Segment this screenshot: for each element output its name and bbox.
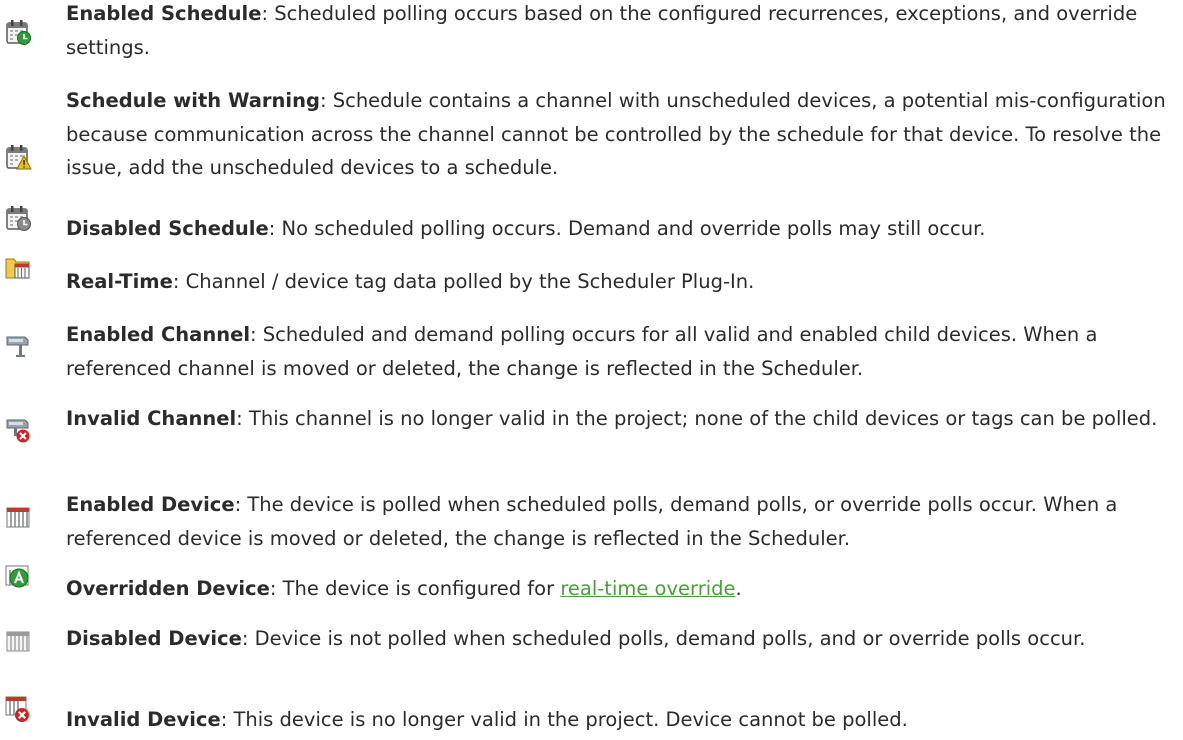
term-label: Real-Time [66, 270, 173, 293]
term-label: Disabled Device [66, 627, 242, 650]
description-end: . [735, 577, 742, 600]
term-label: Enabled Device [66, 493, 235, 516]
enabled-schedule-icon [4, 18, 32, 46]
schedule-warning-icon [4, 143, 32, 171]
legend-text: Enabled Schedule: Scheduled polling occu… [66, 0, 1176, 64]
legend-text: Disabled Device: Device is not polled wh… [66, 622, 1176, 656]
term-label: Overridden Device [66, 577, 270, 600]
description: : The device is configured for [269, 577, 561, 600]
real-time-override-link[interactable]: real-time override [560, 577, 735, 600]
real-time-icon [4, 253, 32, 281]
term-label: Disabled Schedule [66, 217, 269, 240]
description: : No scheduled polling occurs. Demand an… [268, 217, 986, 240]
legend-text: Invalid Device: This device is no longer… [66, 703, 1176, 737]
description: : Channel / device tag data polled by th… [172, 270, 755, 293]
legend-text: Invalid Channel: This channel is no long… [66, 402, 1176, 436]
legend-text: Enabled Channel: Scheduled and demand po… [66, 318, 1176, 385]
legend-text: Overridden Device: The device is configu… [66, 572, 1176, 606]
legend-text: Schedule with Warning: Schedule contains… [66, 84, 1176, 185]
invalid-channel-icon [4, 416, 32, 444]
enabled-device-icon [4, 503, 32, 531]
term-label: Invalid Channel [66, 407, 237, 430]
term-label: Schedule with Warning [66, 89, 320, 112]
term-label: Enabled Schedule [66, 2, 262, 25]
term-label: Enabled Channel [66, 323, 251, 346]
term-label: Invalid Device [66, 708, 221, 731]
invalid-device-icon [4, 695, 32, 723]
legend-text: Enabled Device: The device is polled whe… [66, 488, 1176, 555]
legend-text: Disabled Schedule: No scheduled polling … [66, 212, 1176, 246]
description: : This device is no longer valid in the … [220, 708, 908, 731]
disabled-schedule-icon [4, 204, 32, 232]
description: : This channel is no longer valid in the… [236, 407, 1158, 430]
enabled-channel-icon [4, 331, 32, 359]
description: : Device is not polled when scheduled po… [241, 627, 1086, 650]
overridden-device-icon [4, 563, 32, 591]
disabled-device-icon [4, 627, 32, 655]
legend-text: Real-Time: Channel / device tag data pol… [66, 265, 1176, 299]
